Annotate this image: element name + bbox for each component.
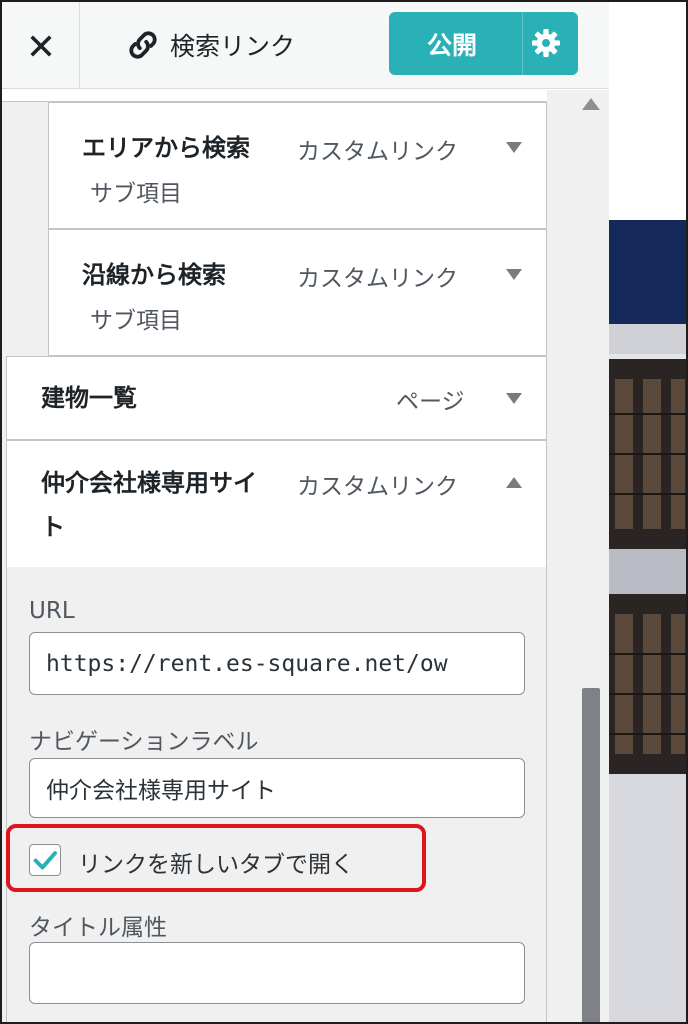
panel-title: 検索リンク	[124, 24, 295, 66]
publish-label: 公開	[427, 31, 478, 60]
gear-icon[interactable]	[530, 27, 562, 59]
menu-item-title: 沿線から検索	[82, 261, 226, 289]
expand-arrow-icon[interactable]	[506, 142, 522, 153]
close-button[interactable]	[2, 2, 80, 89]
menu-item-area-search[interactable]: エリアから検索 サブ項目 カスタムリンク	[48, 102, 547, 229]
menu-item-partial	[2, 90, 547, 102]
publish-divider	[522, 12, 523, 75]
menu-item-type: カスタムリンク	[297, 474, 458, 500]
menu-item-subtitle: サブ項目	[90, 308, 182, 334]
expand-arrow-icon[interactable]	[506, 393, 522, 404]
url-value: https://rent.es-square.net/ow	[46, 650, 448, 677]
scrollbar-thumb[interactable]	[582, 688, 600, 1022]
preview-building-image	[609, 324, 686, 1022]
menu-item-type: カスタムリンク	[297, 266, 458, 292]
panel-scrollbar[interactable]	[574, 90, 609, 1022]
scroll-up-arrow-icon[interactable]	[582, 98, 600, 110]
highlight-annotation	[6, 824, 426, 892]
menu-item-building-list[interactable]: 建物一覧 ページ	[6, 356, 547, 440]
menu-item-title: エリアから検索	[82, 134, 250, 162]
url-label: URL	[29, 598, 75, 624]
title-attr-input[interactable]	[29, 942, 525, 1004]
url-input[interactable]: https://rent.es-square.net/ow	[29, 632, 525, 695]
nav-label-value: 仲介会社様専用サイト	[46, 778, 276, 804]
menu-item-title-wrap: ト	[41, 513, 65, 541]
menu-item-broker-site[interactable]: 仲介会社様専用サイ ト カスタムリンク	[6, 440, 547, 568]
menu-item-title: 仲介会社様専用サイ	[41, 469, 257, 497]
menu-item-type: ページ	[396, 389, 465, 415]
menu-item-subtitle: サブ項目	[90, 181, 182, 207]
panel-title-text: 検索リンク	[170, 32, 296, 61]
link-icon	[129, 31, 157, 59]
nav-label-input[interactable]: 仲介会社様専用サイト	[29, 758, 525, 818]
title-attr-label: タイトル属性	[29, 915, 167, 941]
collapse-arrow-icon[interactable]	[506, 477, 522, 488]
publish-button[interactable]: 公開	[389, 12, 578, 75]
menu-item-title: 建物一覧	[41, 384, 137, 412]
expand-arrow-icon[interactable]	[506, 269, 522, 280]
building-photo	[609, 324, 686, 1022]
customizer-window: 検索リンク 公開 エリアから検索 サブ項目 カスタムリンク 沿線から検索 サブ項…	[0, 0, 688, 1024]
nav-label-label: ナビゲーションラベル	[29, 729, 259, 755]
menu-item-type: カスタムリンク	[297, 139, 458, 165]
site-preview	[609, 2, 686, 1022]
customizer-header: 検索リンク 公開	[2, 2, 609, 89]
preview-header-band	[609, 220, 686, 324]
menu-item-line-search[interactable]: 沿線から検索 サブ項目 カスタムリンク	[48, 229, 547, 356]
close-icon	[29, 34, 52, 57]
